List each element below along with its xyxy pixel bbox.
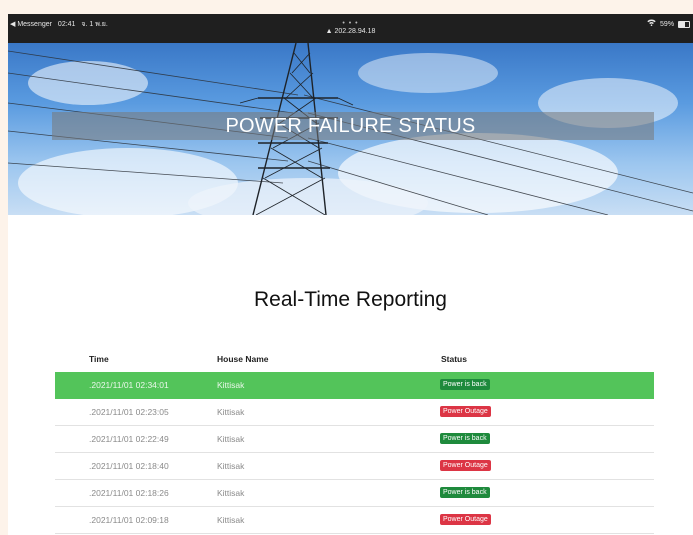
status-badge: Power Outage	[440, 460, 491, 471]
table-row[interactable]: .2021/11/01 02:23:05 Kittisak Power Outa…	[55, 399, 654, 426]
table-row[interactable]: .2021/11/01 02:18:40 Kittisak Power Outa…	[55, 453, 654, 480]
table-header: Time House Name Status	[55, 350, 654, 372]
wifi-icon	[647, 19, 656, 26]
status-bar-right: 59%	[647, 19, 690, 28]
row-time: .2021/11/01 02:18:26	[89, 488, 169, 498]
status-badge: Power Outage	[440, 406, 491, 417]
table-row[interactable]: .2021/11/01 02:09:18 Kittisak Power Outa…	[55, 507, 654, 534]
row-time: .2021/11/01 02:34:01	[89, 380, 169, 390]
column-house-name: House Name	[217, 354, 269, 364]
row-time: .2021/11/01 02:22:49	[89, 434, 169, 444]
table-row[interactable]: .2021/11/01 02:34:01 Kittisak Power is b…	[55, 372, 654, 399]
table-row[interactable]: .2021/11/01 02:22:49 Kittisak Power is b…	[55, 426, 654, 453]
row-house-name: Kittisak	[217, 461, 245, 471]
row-house-name: Kittisak	[217, 407, 245, 417]
column-time: Time	[89, 354, 109, 364]
screen: ◀ Messenger 02:41 จ. 1 พ.ย. • • • ▲ 202.…	[8, 14, 693, 535]
page-title: POWER FAILURE STATUS	[225, 115, 476, 137]
hero-banner: POWER FAILURE STATUS	[8, 43, 693, 215]
row-time: .2021/11/01 02:18:40	[89, 461, 169, 471]
row-time: .2021/11/01 02:23:05	[89, 407, 169, 417]
status-badge: Power is back	[440, 379, 490, 390]
row-house-name: Kittisak	[217, 515, 245, 525]
status-bar: ◀ Messenger 02:41 จ. 1 พ.ย. • • • ▲ 202.…	[8, 14, 693, 43]
address-area[interactable]: • • • ▲ 202.28.94.18	[8, 20, 693, 36]
table-row[interactable]: .2021/11/01 02:18:26 Kittisak Power is b…	[55, 480, 654, 507]
row-time: .2021/11/01 02:09:18	[89, 515, 169, 525]
status-badge: Power is back	[440, 487, 490, 498]
row-house-name: Kittisak	[217, 434, 245, 444]
battery-icon	[678, 20, 690, 28]
battery-percent: 59%	[660, 21, 675, 28]
status-badge: Power is back	[440, 433, 490, 444]
row-house-name: Kittisak	[217, 488, 245, 498]
section-heading: Real-Time Reporting	[254, 288, 447, 311]
url-label[interactable]: ▲ 202.28.94.18	[8, 27, 693, 36]
status-badge: Power Outage	[440, 514, 491, 525]
status-table: Time House Name Status .2021/11/01 02:34…	[55, 350, 654, 534]
more-dots-icon[interactable]: • • •	[8, 20, 693, 27]
row-house-name: Kittisak	[217, 380, 245, 390]
column-status: Status	[441, 354, 467, 364]
